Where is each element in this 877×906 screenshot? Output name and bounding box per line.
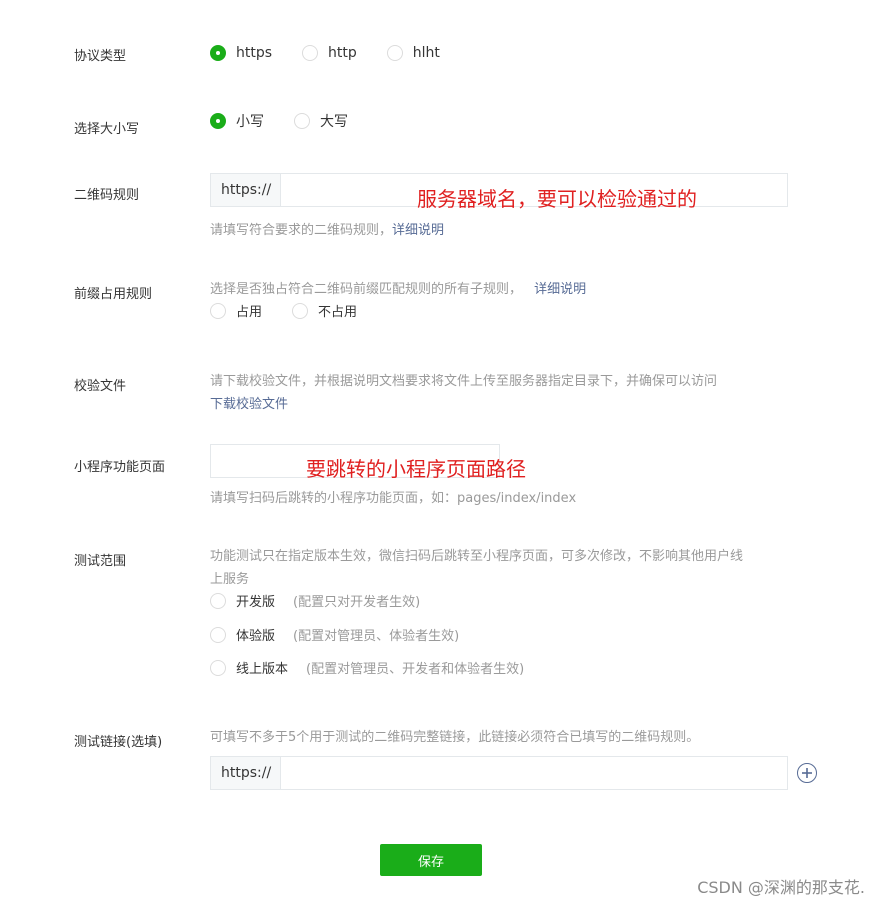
- qr-rule-label: 二维码规则: [74, 188, 140, 203]
- protocol-radio-group: https http hlht: [210, 45, 470, 61]
- protocol-radio-http[interactable]: http: [302, 45, 357, 61]
- download-verify-file-link[interactable]: 下载校验文件: [210, 393, 288, 412]
- qr-rule-annotation: 服务器域名，要可以检验通过的: [417, 187, 697, 211]
- protocol-radio-https[interactable]: https: [210, 45, 272, 61]
- prefix-radio-occupy[interactable]: 占用: [210, 301, 262, 320]
- case-label: 选择大小写: [74, 122, 140, 137]
- add-test-link-button[interactable]: [797, 763, 817, 783]
- case-radio-upper[interactable]: 大写: [294, 111, 348, 131]
- scope-radio-release[interactable]: 线上版本 (配置对管理员、开发者和体验者生效): [210, 658, 524, 677]
- test-link-input[interactable]: [281, 757, 787, 789]
- plus-circle-icon: [802, 768, 812, 778]
- test-link-prefix: https://: [211, 757, 281, 789]
- prefix-rule-hint-text: 选择是否独占符合二维码前缀匹配规则的所有子规则，: [210, 282, 523, 297]
- scope-option-label: 线上版本: [236, 662, 289, 677]
- prefix-rule-label: 前缀占用规则: [74, 287, 153, 302]
- test-link-hint: 可填写不多于5个用于测试的二维码完整链接，此链接必须符合已填写的二维码规则。: [210, 730, 700, 745]
- protocol-label: 协议类型: [74, 49, 127, 64]
- prefix-rule-radio-group: 占用 不占用: [210, 301, 387, 320]
- case-radio-group: 小写 大写: [210, 111, 378, 131]
- qr-rule-detail-link[interactable]: 详细说明: [392, 223, 444, 238]
- verify-file-label: 校验文件: [74, 379, 127, 394]
- scope-label: 测试范围: [74, 554, 127, 569]
- scope-radio-dev[interactable]: 开发版 (配置只对开发者生效): [210, 591, 420, 610]
- radio-unchecked-icon: [292, 302, 309, 319]
- scope-option-label: 体验版: [236, 629, 276, 644]
- verify-file-hint: 请下载校验文件，并根据说明文档要求将文件上传至服务器指定目录下，并确保可以访问: [210, 374, 718, 389]
- prefix-radio-not-occupy[interactable]: 不占用: [292, 301, 357, 320]
- radio-label: hlht: [412, 45, 440, 61]
- radio-unchecked-icon: [302, 45, 319, 61]
- page-hint: 请填写扫码后跳转的小程序功能页面，如：pages/index/index: [210, 491, 577, 506]
- qr-rule-hint-text: 请填写符合要求的二维码规则，: [210, 223, 393, 238]
- radio-checked-icon: [210, 45, 226, 61]
- radio-label: 不占用: [318, 305, 358, 320]
- radio-unchecked-icon: [210, 659, 226, 676]
- qr-rule-prefix: https://: [211, 174, 281, 206]
- save-button[interactable]: 保存: [380, 844, 482, 876]
- radio-unchecked-icon: [210, 626, 226, 643]
- radio-label: https: [236, 45, 273, 61]
- scope-option-note: (配置对管理员、体验者生效): [293, 629, 460, 644]
- radio-label: 小写: [236, 114, 264, 130]
- scope-hint-line2: 上服务: [210, 572, 250, 587]
- watermark: CSDN @深渊的那支花.: [697, 878, 865, 897]
- radio-label: 大写: [320, 114, 348, 130]
- radio-unchecked-icon: [210, 592, 226, 609]
- scope-hint-line1: 功能测试只在指定版本生效，微信扫码后跳转至小程序页面，可多次修改，不影响其他用户…: [210, 549, 744, 564]
- prefix-rule-detail-link[interactable]: 详细说明: [534, 282, 586, 297]
- radio-unchecked-icon: [386, 45, 403, 61]
- radio-unchecked-icon: [294, 113, 310, 129]
- protocol-radio-hlht[interactable]: hlht: [386, 45, 440, 61]
- scope-radio-trial[interactable]: 体验版 (配置对管理员、体验者生效): [210, 625, 459, 644]
- radio-checked-icon: [210, 113, 226, 129]
- scope-option-note: (配置对管理员、开发者和体验者生效): [306, 662, 525, 677]
- page-annotation: 要跳转的小程序页面路径: [306, 457, 526, 481]
- radio-unchecked-icon: [210, 302, 226, 319]
- scope-option-note: (配置只对开发者生效): [293, 595, 421, 610]
- test-link-label: 测试链接(选填): [74, 735, 163, 750]
- radio-label: 占用: [236, 305, 263, 320]
- case-radio-lower[interactable]: 小写: [210, 111, 264, 131]
- page-label: 小程序功能页面: [74, 460, 166, 475]
- radio-label: http: [328, 45, 357, 61]
- scope-option-label: 开发版: [236, 595, 276, 610]
- test-link-input-group: https://: [210, 756, 788, 790]
- prefix-rule-hint: 选择是否独占符合二维码前缀匹配规则的所有子规则， 详细说明: [210, 278, 586, 297]
- qr-rule-hint: 请填写符合要求的二维码规则，详细说明: [210, 219, 444, 238]
